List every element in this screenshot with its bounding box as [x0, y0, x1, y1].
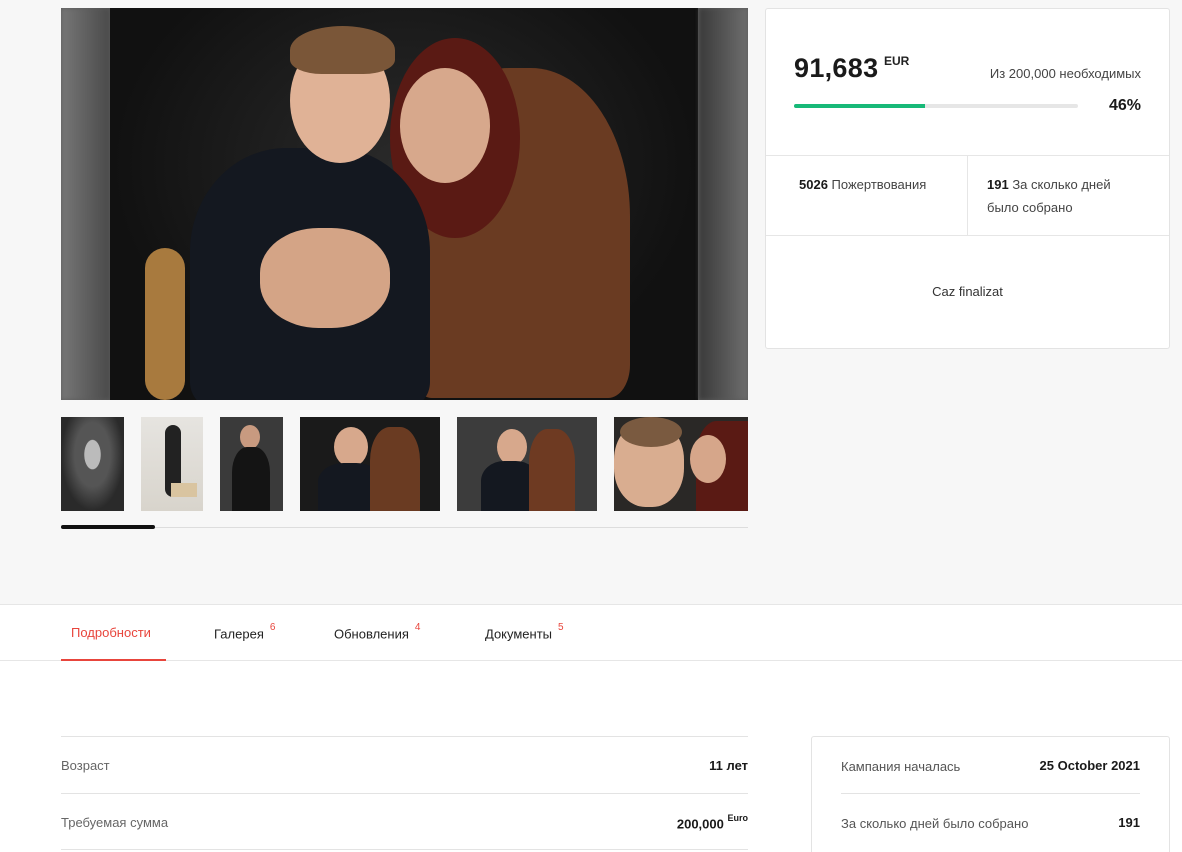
thumbnail-5[interactable] [457, 417, 597, 511]
tabs-bar: Подробности Галерея 6 Обновления 4 Докумен… [0, 604, 1182, 661]
divider [967, 156, 968, 235]
photo-blur-left [61, 8, 110, 400]
tab-label: Документы [485, 626, 553, 642]
amount-value-wrap: 200,000 Euro [676, 813, 748, 832]
tab-details[interactable]: Подробности [71, 625, 151, 640]
days-count: 191 [987, 177, 1009, 192]
chair [145, 248, 185, 400]
campaign-started-row: Кампания началась 25 October 2021 [841, 737, 1140, 794]
campaign-status: Caz finalizat [932, 284, 1003, 299]
thumbnail-scroll-track[interactable] [61, 527, 748, 528]
tab-label: Галерея [214, 626, 264, 642]
raised-amount: 91,683 [794, 53, 879, 83]
main-photo[interactable] [61, 8, 748, 400]
donations-count: 5026 [799, 177, 828, 192]
days-label-line2: было собрано [987, 200, 1073, 215]
tab-updates[interactable]: Обновления 4 [334, 622, 421, 642]
goal-text: Из 200,000 необходимых [989, 66, 1141, 81]
progress-bar [794, 104, 1078, 108]
tab-count: 5 [558, 622, 564, 633]
campaign-started-value: 25 October 2021 [1039, 758, 1140, 773]
campaign-days-value: 191 [1118, 815, 1140, 830]
thumbnail-strip [61, 417, 748, 511]
days-stat: 191 За сколько дней было собрано [987, 173, 1111, 219]
age-label: Возраст [61, 758, 110, 773]
divider [766, 235, 1169, 236]
donations-stat: 5026 Пожертвования [799, 173, 926, 196]
campaign-days-label: За сколько дней было собрано [841, 816, 1029, 831]
amount-currency: Euro [727, 813, 748, 823]
detail-row-amount: Требуемая сумма 200,000 Euro [61, 793, 748, 850]
thumbnail-1[interactable] [61, 417, 124, 511]
tab-label: Подробности [71, 625, 151, 640]
hands [260, 228, 390, 328]
campaign-info-card: Кампания началась 25 October 2021 За ско… [811, 736, 1170, 852]
tab-count: 4 [414, 622, 421, 633]
progress-bar-fill [794, 104, 925, 108]
detail-row-age: Возраст 11 лет [61, 736, 748, 793]
campaign-photo [110, 8, 698, 400]
thumbnail-6[interactable] [614, 417, 748, 511]
tab-count: 6 [269, 622, 276, 633]
age-value: 11 лет [709, 758, 748, 773]
fundraising-card: 91,683 EUR Из 200,000 необходимых 46% 50… [765, 8, 1170, 349]
thumbnail-scroll-thumb[interactable] [61, 525, 155, 529]
woman-face [400, 68, 490, 183]
amount-label: Требуемая сумма [61, 815, 169, 830]
days-label-line1: За сколько дней [1012, 177, 1111, 192]
amount-value: 200,000 [676, 816, 724, 832]
tab-gallery[interactable]: Галерея 6 [214, 622, 276, 642]
thumbnail-3[interactable] [220, 417, 283, 511]
campaign-days-row: За сколько дней было собрано 191 [841, 794, 1140, 851]
progress-percent: 46% [1108, 97, 1141, 114]
tab-label: Обновления [334, 626, 409, 642]
donations-label: Пожертвования [831, 177, 927, 192]
photo-blur-right [699, 8, 748, 400]
thumbnail-2[interactable] [141, 417, 203, 511]
tab-documents[interactable]: Документы 5 [485, 622, 564, 642]
campaign-started-label: Кампания началась [841, 759, 961, 774]
thumbnail-4[interactable] [300, 417, 440, 511]
boy-hair [290, 26, 395, 74]
raised-currency: EUR [884, 54, 910, 68]
